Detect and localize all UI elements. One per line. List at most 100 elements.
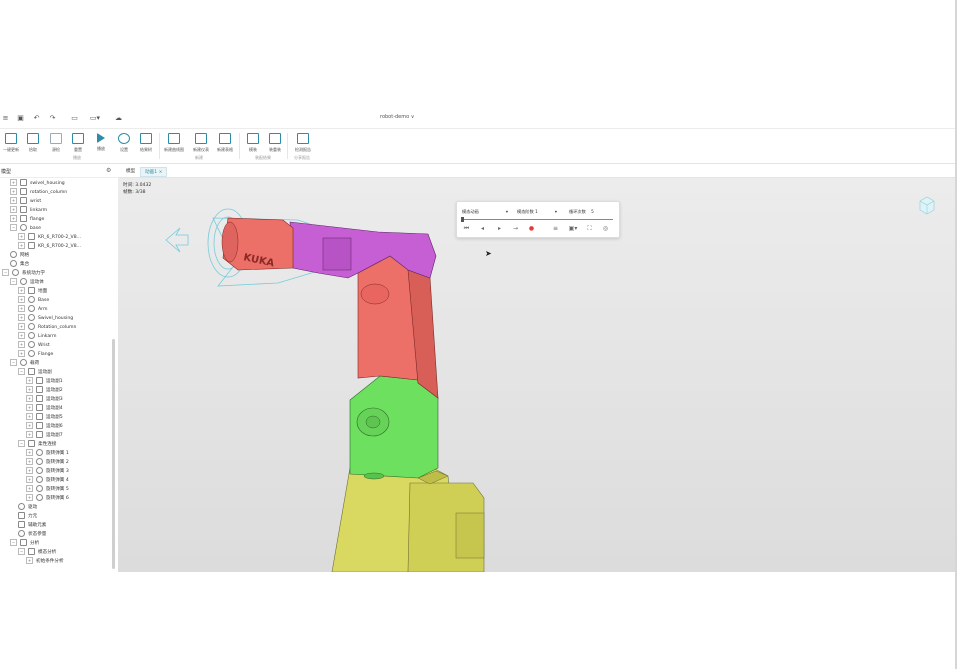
tab-animation[interactable]: 动画1 × (140, 167, 168, 177)
play-icon[interactable]: ▸ (495, 224, 504, 233)
expand-icon[interactable]: + (26, 449, 33, 456)
collapse-icon[interactable]: − (18, 368, 25, 375)
tree-node[interactable]: + wrist (10, 197, 41, 206)
check-button[interactable]: 源检 (45, 133, 67, 155)
tree-node[interactable]: + swivel_housing (10, 179, 65, 188)
expand-icon[interactable]: + (18, 341, 25, 348)
save-icon[interactable]: ▣ (16, 114, 25, 123)
expand-icon[interactable]: + (26, 377, 33, 384)
tree-node[interactable]: + Flange (18, 350, 53, 359)
tree-node[interactable]: + 运动副1 (26, 377, 63, 386)
tree-node[interactable]: + Linkarm (18, 332, 56, 341)
tree-node[interactable]: + 初始条件分析 (26, 557, 64, 566)
expand-icon[interactable]: + (18, 305, 25, 312)
expand-icon[interactable]: + (26, 467, 33, 474)
expand-icon[interactable]: + (26, 404, 33, 411)
expand-icon[interactable]: + (26, 476, 33, 483)
collapse-icon[interactable]: − (10, 539, 17, 546)
expand-icon[interactable]: + (26, 413, 33, 420)
export-icon[interactable]: ▣▾ (567, 224, 579, 233)
update-all-button[interactable]: 一键更新 (0, 133, 22, 155)
expand-icon[interactable]: + (26, 485, 33, 492)
collapse-icon[interactable]: − (2, 269, 9, 276)
collapse-icon[interactable]: − (10, 278, 17, 285)
expand-icon[interactable]: + (26, 557, 33, 564)
report-button[interactable]: 检测报告 (292, 133, 314, 155)
3d-viewport[interactable]: 时间: 3.0432 帧数: 3/38 KUKA 模态动画 ▾ 模态阶数 1 ▾… (118, 178, 955, 572)
collapse-icon[interactable]: − (18, 548, 25, 555)
tree-node[interactable]: 网格 (10, 251, 29, 260)
collapse-icon[interactable]: − (10, 359, 17, 366)
animation-mode-select[interactable]: 模态动画 ▾ (462, 208, 510, 215)
tree-node[interactable]: + KR_6_R700-2_V8... (18, 242, 81, 251)
tree-node[interactable]: − 载荷 (10, 359, 39, 368)
expand-icon[interactable]: + (26, 395, 33, 402)
pick-button[interactable]: 拾取 (22, 133, 44, 155)
tree-node[interactable]: − base (10, 224, 41, 233)
view-cube[interactable] (916, 194, 938, 216)
tree-node[interactable]: − 运动体 (10, 278, 44, 287)
expand-icon[interactable]: + (10, 197, 17, 204)
expand-icon[interactable]: + (26, 422, 33, 429)
expand-icon[interactable]: + (26, 494, 33, 501)
document-title-selector[interactable]: robot-demo ∨ (380, 114, 414, 120)
expand-icon[interactable]: + (10, 215, 17, 222)
tree-node[interactable]: + Arm (18, 305, 47, 314)
tree-node[interactable]: − 运动副 (18, 368, 52, 377)
mode-order-select[interactable]: 模态阶数 1 ▾ (517, 208, 559, 215)
tree-node[interactable]: − 系统动力学 (2, 269, 45, 278)
step-back-icon[interactable]: ◂ (478, 224, 487, 233)
expand-icon[interactable]: + (26, 458, 33, 465)
fullscreen-icon[interactable]: ⛶ (585, 224, 594, 233)
tree-node[interactable]: + flange (10, 215, 44, 224)
close-icon[interactable]: × (159, 170, 163, 175)
tree-node[interactable]: + KR_6_R700-2_V8... (18, 233, 81, 242)
tree-scrollbar[interactable] (112, 339, 115, 569)
expand-icon[interactable]: + (18, 296, 25, 303)
skip-to-start-icon[interactable]: ⏮ (462, 224, 471, 233)
tree-node[interactable]: + 运动副6 (26, 422, 63, 431)
expand-icon[interactable]: + (18, 233, 25, 240)
expand-icon[interactable]: + (18, 314, 25, 321)
gear-icon[interactable]: ⚙ (106, 167, 111, 174)
animation-progress-track[interactable] (463, 219, 613, 220)
assembly-button[interactable]: 模装 (242, 133, 264, 155)
tree-node[interactable]: + Rotation_column (18, 323, 76, 332)
expand-icon[interactable]: + (26, 386, 33, 393)
expand-icon[interactable]: + (10, 206, 17, 213)
tree-node[interactable]: 辅助元素 (18, 521, 46, 530)
expand-icon[interactable]: + (18, 323, 25, 330)
tab-model[interactable]: 模型 (122, 167, 139, 175)
animation-progress-handle[interactable] (461, 217, 464, 222)
new-line-chart-button[interactable]: 新建曲线图 (163, 133, 185, 155)
collapse-icon[interactable]: − (10, 224, 17, 231)
tree-node[interactable]: + linkarm (10, 206, 47, 215)
settings-button[interactable]: 设置 (113, 133, 135, 155)
record-icon[interactable]: ● (527, 224, 536, 233)
new-table-button[interactable]: 新建表格 (214, 133, 236, 155)
tree-node[interactable]: + 旋转弹簧 3 (26, 467, 69, 476)
expand-icon[interactable]: + (18, 332, 25, 339)
tree-node[interactable]: + Base (18, 296, 49, 305)
expand-icon[interactable]: + (18, 242, 25, 249)
cloud-icon[interactable]: ☁ (114, 114, 123, 123)
tree-node[interactable]: + 地面 (18, 287, 47, 296)
tree-node[interactable]: + Wrist (18, 341, 50, 350)
tree-node[interactable]: 驱动 (18, 503, 37, 512)
new-dashboard-button[interactable]: 新建仪表 (190, 133, 212, 155)
tree-node[interactable]: + 运动副7 (26, 431, 63, 440)
tree-node[interactable]: 状态参量 (18, 530, 46, 539)
tree-node[interactable]: + 运动副5 (26, 413, 63, 422)
expand-icon[interactable]: + (10, 179, 17, 186)
collapse-icon[interactable]: − (18, 440, 25, 447)
screen-icon[interactable]: ▭ (70, 114, 79, 123)
tree-node[interactable]: − 模态分析 (18, 548, 56, 557)
tree-node[interactable]: + 运动副4 (26, 404, 63, 413)
tree-node[interactable]: + rotation_column (10, 188, 67, 197)
loop-count-field[interactable]: 循环次数 5 (569, 208, 614, 215)
menu-icon[interactable]: ≡ (1, 114, 10, 123)
expand-icon[interactable]: + (10, 188, 17, 195)
result-tree-button[interactable]: 结果树 (135, 133, 157, 155)
tree-node[interactable]: 力元 (18, 512, 37, 521)
tree-node[interactable]: − 柔性连接 (18, 440, 56, 449)
